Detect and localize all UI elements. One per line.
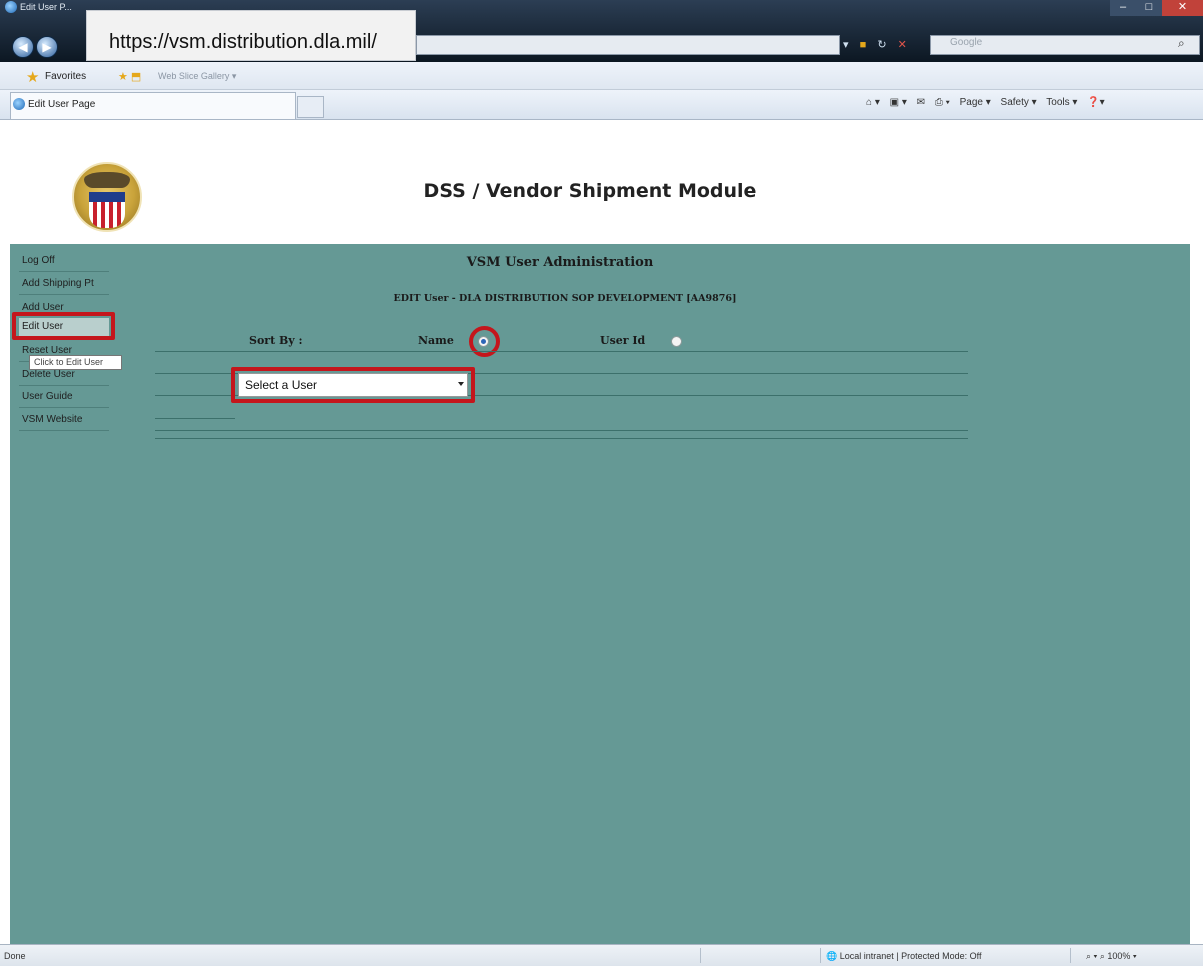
feeds-icon[interactable]: ▣ ▾ bbox=[890, 97, 907, 108]
new-tab-button[interactable] bbox=[297, 96, 324, 118]
dropdown-icon[interactable]: ▾ bbox=[843, 39, 849, 51]
zoom-control[interactable]: ⌕ ▾ ⌕ 100% ▾ bbox=[1086, 951, 1137, 962]
home-icon[interactable]: ⌂ ▾ bbox=[866, 97, 880, 108]
user-select-dropdown[interactable]: Select a User bbox=[238, 373, 468, 397]
address-bar-icons: ▾ ■ ↻ ✕ bbox=[843, 38, 923, 56]
name-radio-highlight-circle bbox=[469, 326, 500, 357]
page-menu[interactable]: Page ▾ bbox=[960, 97, 991, 108]
divider bbox=[155, 430, 968, 431]
status-divider bbox=[1070, 948, 1071, 963]
print-icon[interactable]: ⎙ ▾ bbox=[935, 97, 950, 108]
tools-menu[interactable]: Tools ▾ bbox=[1046, 97, 1077, 108]
sort-userid-label: User Id bbox=[600, 334, 646, 347]
safety-menu[interactable]: Safety ▾ bbox=[1001, 97, 1037, 108]
address-bar[interactable] bbox=[416, 35, 840, 55]
minimize-icon[interactable]: – bbox=[1110, 0, 1136, 16]
zoom-icon: ⌕ ▾ ⌕ bbox=[1086, 951, 1108, 961]
sort-by-label: Sort By : bbox=[249, 334, 303, 347]
navigation-buttons: ◀ ▶ bbox=[12, 36, 72, 58]
divider bbox=[155, 351, 968, 352]
maximize-icon[interactable]: □ bbox=[1136, 0, 1162, 16]
app-title: DSS / Vendor Shipment Module bbox=[423, 180, 757, 202]
tab-page-icon bbox=[13, 98, 25, 110]
user-select-value: Select a User bbox=[245, 378, 318, 392]
refresh-icon[interactable]: ↻ bbox=[877, 39, 886, 51]
edit-user-heading: EDIT User - DLA DISTRIBUTION SOP DEVELOP… bbox=[393, 293, 737, 304]
help-icon[interactable]: ❓▾ bbox=[1087, 97, 1104, 108]
status-divider bbox=[700, 948, 701, 963]
tab-label: Edit User Page bbox=[28, 99, 96, 110]
divider bbox=[155, 418, 235, 419]
divider bbox=[155, 438, 968, 439]
address-url[interactable]: https://vsm.distribution.dla.mil/ bbox=[109, 31, 377, 54]
add-favorite-icon[interactable]: ★ ⬒ bbox=[118, 70, 141, 83]
globe-icon: 🌐 bbox=[826, 951, 840, 961]
security-zone-status[interactable]: 🌐 Local intranet | Protected Mode: Off bbox=[826, 951, 981, 962]
favorites-button[interactable]: Favorites bbox=[45, 71, 86, 82]
section-title: VSM User Administration bbox=[466, 255, 654, 270]
forward-icon[interactable]: ▶ bbox=[36, 36, 58, 58]
status-text: Done bbox=[4, 951, 26, 961]
sort-userid-radio[interactable] bbox=[671, 336, 682, 347]
back-icon[interactable]: ◀ bbox=[12, 36, 34, 58]
close-icon[interactable]: ✕ bbox=[1162, 0, 1203, 16]
sidebar-item-vsm-website[interactable]: VSM Website bbox=[19, 411, 109, 431]
edit-user-highlight-box bbox=[12, 312, 115, 340]
chevron-down-icon bbox=[458, 382, 464, 386]
search-placeholder: Google bbox=[950, 37, 983, 48]
content-area bbox=[10, 244, 1190, 944]
web-slice-gallery-link[interactable]: Web Slice Gallery ▾ bbox=[158, 71, 236, 82]
sort-name-label: Name bbox=[418, 334, 454, 347]
ie-logo-icon bbox=[5, 1, 17, 13]
status-divider bbox=[820, 948, 821, 963]
search-icon[interactable]: ⌕ bbox=[1178, 36, 1185, 51]
sidebar-item-add-shipping-pt[interactable]: Add Shipping Pt bbox=[19, 275, 109, 295]
stop-icon[interactable]: ✕ bbox=[898, 39, 907, 51]
lock-icon[interactable]: ■ bbox=[860, 39, 867, 51]
favorites-star-icon[interactable]: ★ bbox=[26, 68, 39, 86]
mail-icon[interactable]: ✉ bbox=[917, 97, 925, 108]
window-controls: – □ ✕ bbox=[1110, 0, 1203, 16]
command-bar: ⌂ ▾ ▣ ▾ ✉ ⎙ ▾ Page ▾ Safety ▾ Tools ▾ ❓▾ bbox=[866, 97, 1112, 108]
edit-user-tooltip: Click to Edit User bbox=[29, 355, 122, 370]
sidebar-item-user-guide[interactable]: User Guide bbox=[19, 388, 109, 408]
status-bar bbox=[0, 944, 1203, 966]
